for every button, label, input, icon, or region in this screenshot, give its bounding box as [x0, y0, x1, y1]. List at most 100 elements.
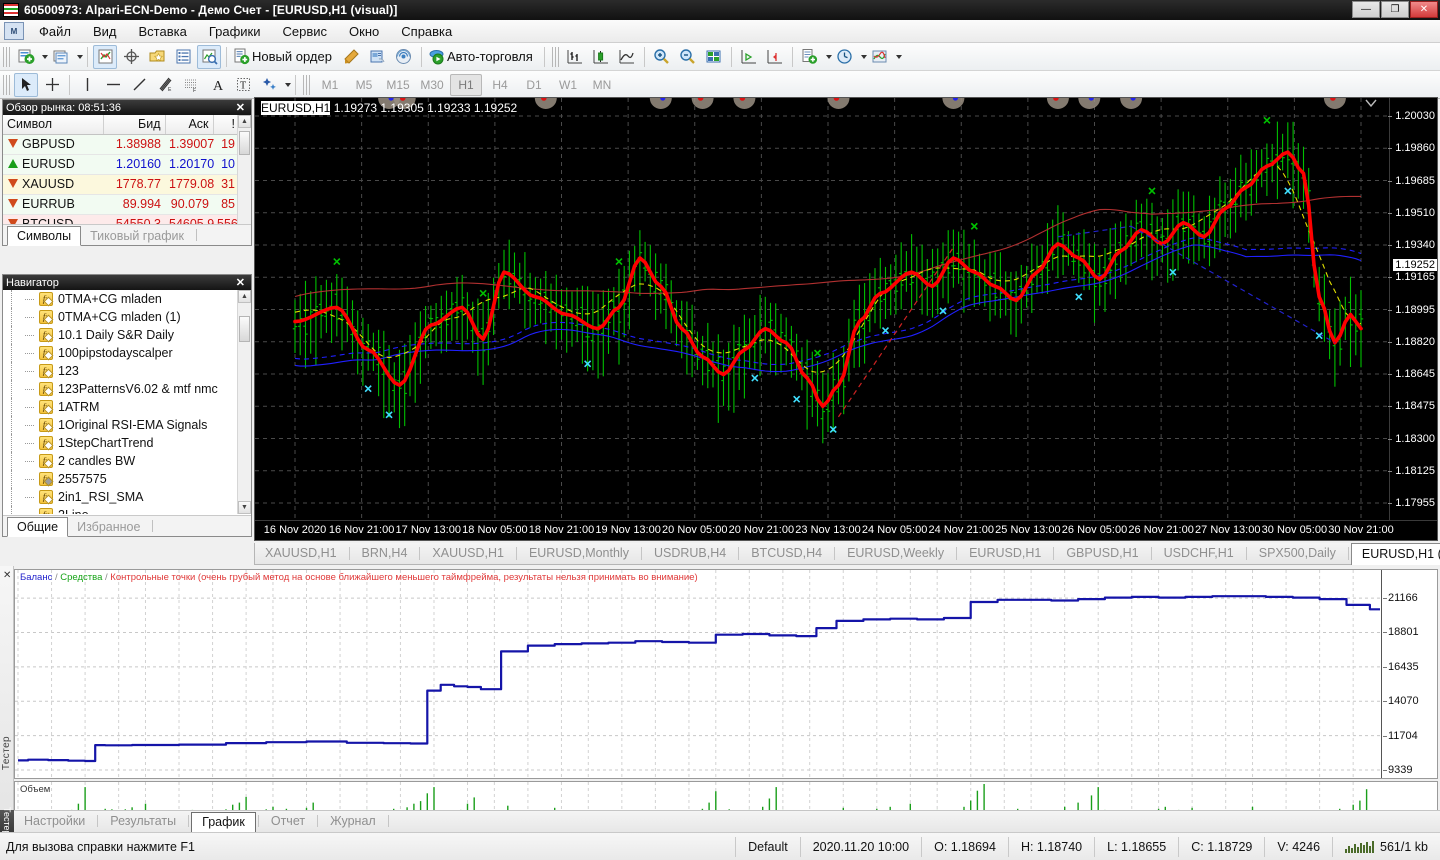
chart-tab[interactable]: EURUSD,Monthly [519, 543, 639, 564]
chart-tab[interactable]: BRN,H4 [352, 543, 418, 564]
equidistant-channel-icon[interactable]: E [153, 73, 177, 97]
navigator-close-icon[interactable]: ✕ [233, 276, 248, 289]
chart-tab[interactable]: GBPUSD,H1 [1056, 543, 1148, 564]
list-item[interactable]: fx 1ATRM [3, 398, 251, 416]
scroll-up-icon[interactable]: ▲ [238, 115, 251, 128]
list-item[interactable]: fx 123PatternsV6.02 & mtf nmc [3, 380, 251, 398]
chart-tab[interactable]: EURUSD,H1 (visual) [1350, 543, 1440, 565]
trendline-icon[interactable] [127, 73, 151, 97]
chart-tab[interactable]: XAUUSD,H1 [422, 543, 514, 564]
menu-item-help[interactable]: Справка [390, 21, 463, 42]
timeframe-mn[interactable]: MN [586, 74, 618, 96]
toolbar-grip[interactable] [303, 74, 310, 95]
tab-favorites[interactable]: Избранное [68, 518, 149, 536]
menu-item-tools[interactable]: Сервис [272, 21, 339, 42]
list-item[interactable]: fx 0TMA+CG mladen (1) [3, 308, 251, 326]
cursor-icon[interactable] [14, 72, 38, 97]
tester-tab[interactable]: Результаты [100, 812, 186, 832]
column-ask[interactable]: Аск [165, 115, 214, 135]
scroll-thumb[interactable] [239, 131, 250, 155]
time-axis[interactable]: 16 Nov 2020 16 Nov 21:00 17 Nov 13:00 18 No… [255, 520, 1437, 540]
profiles-dropdown-icon[interactable] [77, 54, 83, 59]
minimize-button[interactable]: — [1352, 1, 1380, 18]
auto-scroll-icon[interactable] [763, 45, 787, 69]
list-item[interactable]: fx 2in1_RSI_SMA [3, 488, 251, 506]
fibonacci-icon[interactable]: F [179, 73, 203, 97]
menu-item-insert[interactable]: Вставка [128, 21, 198, 42]
list-item[interactable]: fx 0TMA+CG mladen [3, 290, 251, 308]
scroll-down-icon[interactable]: ▼ [238, 501, 251, 514]
tester-tab[interactable]: Журнал [320, 812, 386, 832]
toolbar-grip[interactable] [3, 74, 10, 95]
table-row[interactable]: EURUSD 1.20160 1.20170 10 [3, 154, 239, 175]
new-order-button[interactable]: Новый ордер [232, 45, 338, 69]
scroll-up-icon[interactable]: ▲ [238, 290, 251, 303]
list-item[interactable]: fx 2Line [3, 506, 251, 514]
price-chart[interactable]: EURUSD,H1 1.19273 1.19305 1.19233 1.1925… [254, 97, 1438, 541]
chart-plot-area[interactable] [255, 98, 1389, 520]
timeframe-m30[interactable]: M30 [416, 74, 448, 96]
chart-shift-icon[interactable] [737, 45, 761, 69]
new-chart-icon[interactable] [14, 45, 38, 69]
menu-item-file[interactable]: Файл [28, 21, 82, 42]
shapes-icon[interactable] [257, 73, 281, 97]
tester-tab[interactable]: Настройки [14, 812, 95, 832]
tab-common[interactable]: Общие [7, 517, 69, 537]
candle-chart-icon[interactable] [589, 45, 613, 69]
tester-balance-chart[interactable]: Баланс / Средства / Контрольные точки (о… [14, 569, 1438, 779]
list-item[interactable]: fx 123 [3, 362, 251, 380]
tab-symbols[interactable]: Символы [7, 226, 82, 246]
timeframe-m1[interactable]: M1 [314, 74, 346, 96]
menu-item-view[interactable]: Вид [82, 21, 128, 42]
tester-close-icon[interactable]: ✕ [3, 570, 11, 581]
column-symbol[interactable]: Символ [3, 115, 104, 135]
indicators-icon[interactable] [868, 45, 892, 69]
tester-tab[interactable]: Отчет [261, 812, 315, 832]
list-item[interactable]: fx 10.1 Daily S&R Daily [3, 326, 251, 344]
crosshair-icon[interactable] [40, 73, 64, 97]
line-chart-icon[interactable] [615, 45, 639, 69]
data-window-icon[interactable] [119, 45, 143, 69]
navigator-scrollbar[interactable]: ▲ ▼ [237, 290, 251, 514]
timeframe-w1[interactable]: W1 [552, 74, 584, 96]
chart-tab[interactable]: USDCHF,H1 [1154, 543, 1244, 564]
column-spread[interactable]: ! [213, 115, 239, 135]
menu-item-charts[interactable]: Графики [198, 21, 272, 42]
timeframe-h4[interactable]: H4 [484, 74, 516, 96]
zoom-out-icon[interactable] [676, 45, 700, 69]
timeframe-d1[interactable]: D1 [518, 74, 550, 96]
chart-collapse-icon[interactable] [1365, 99, 1377, 107]
market-watch-icon[interactable] [93, 44, 117, 69]
period-dropdown-icon[interactable] [860, 54, 867, 59]
timeframe-m15[interactable]: M15 [382, 74, 414, 96]
table-row[interactable]: GBPUSD 1.38988 1.39007 19 [3, 134, 239, 155]
horizontal-line-icon[interactable] [101, 73, 125, 97]
restore-button[interactable]: ❐ [1381, 1, 1409, 18]
table-row[interactable]: EURRUB 89.994 90.079 85 [3, 194, 239, 215]
price-axis[interactable]: 1.20030 1.19860 1.19685 1.19510 1.19340 1.191… [1388, 98, 1437, 520]
list-item[interactable]: fx 1StepChartTrend [3, 434, 251, 452]
chart-tab[interactable]: USDRUB,H4 [644, 543, 736, 564]
list-item[interactable]: fx 100pipstodayscalper [3, 344, 251, 362]
vertical-line-icon[interactable] [75, 73, 99, 97]
text-icon[interactable]: A [205, 73, 229, 97]
terminal-icon[interactable] [171, 45, 195, 69]
tab-tick-chart[interactable]: Тиковый график [81, 227, 193, 245]
autotrade-button[interactable]: Авто-торговля [427, 45, 539, 69]
chart-tab[interactable]: BTCUSD,H4 [741, 543, 832, 564]
menu-item-window[interactable]: Окно [338, 21, 390, 42]
bar-chart-icon[interactable] [563, 45, 587, 69]
toolbar-grip[interactable] [3, 46, 10, 67]
tester-tab[interactable]: График [191, 812, 256, 833]
templates-icon[interactable] [798, 45, 822, 69]
column-bid[interactable]: Бид [103, 115, 166, 135]
navigator-icon[interactable] [145, 45, 169, 69]
metaeditor-icon[interactable] [340, 45, 364, 69]
grid-icon[interactable] [702, 45, 726, 69]
chart-tab[interactable]: XAUUSD,H1 [255, 543, 347, 564]
toolbar-grip[interactable] [551, 46, 559, 67]
indicators-dropdown-icon[interactable] [895, 54, 902, 59]
profiles-icon[interactable] [49, 45, 73, 69]
zoom-in-icon[interactable] [650, 45, 674, 69]
signals-icon[interactable] [392, 45, 416, 69]
